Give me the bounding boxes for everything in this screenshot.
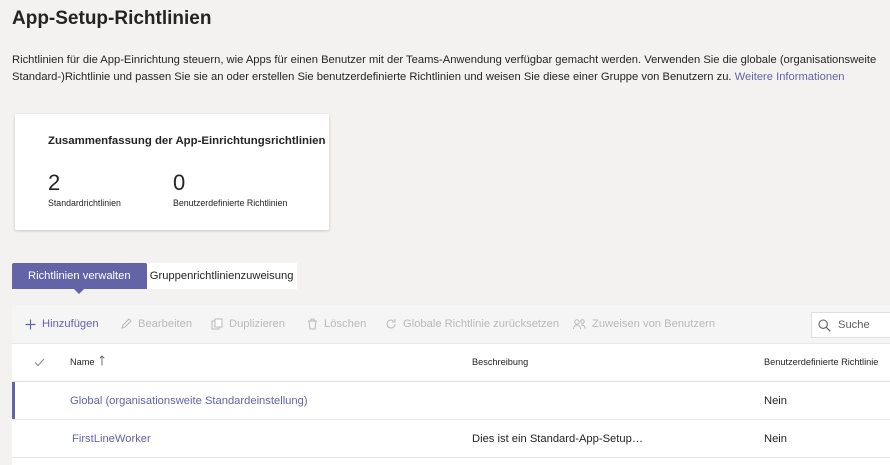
search-input[interactable]: Suche — [811, 312, 890, 338]
edit-button[interactable]: Bearbeiten — [120, 305, 192, 343]
people-icon — [573, 318, 586, 330]
column-header-description[interactable]: Beschreibung — [472, 343, 528, 381]
stat-value: 0 — [173, 170, 186, 195]
table-row[interactable]: FirstLineWorker Dies ist ein Standard-Ap… — [12, 420, 890, 458]
stat-label: Standardrichtlinien — [48, 198, 121, 208]
reset-global-button-label: Globale Richtlinie zurücksetzen — [403, 318, 560, 330]
checkmark-icon — [34, 358, 45, 366]
trash-icon — [307, 318, 318, 330]
policies-panel: Hinzufügen Bearbeiten Duplizieren Lösche… — [12, 305, 890, 465]
tab-bar: Richtlinien verwalten Gruppenrichtlinien… — [12, 263, 297, 294]
assign-users-button[interactable]: Zuweisen von Benutzern — [573, 305, 715, 343]
column-header-custom-policy[interactable]: Benutzerdefinierte Richtlinie — [764, 343, 878, 381]
search-icon — [818, 318, 831, 332]
stat-value: 2 — [48, 170, 61, 195]
summary-title: Zusammenfassung der App-Einrichtungsrich… — [48, 135, 326, 147]
tab-manage-policies[interactable]: Richtlinien verwalten — [12, 263, 147, 294]
assign-users-button-label: Zuweisen von Benutzern — [592, 318, 716, 330]
table-header: Name Beschreibung Benutzerdefinierte Ric… — [12, 343, 890, 382]
policy-name-link[interactable]: FirstLineWorker — [72, 420, 151, 457]
delete-button[interactable]: Löschen — [307, 305, 366, 343]
reset-icon — [385, 318, 397, 330]
column-header-label: Name — [70, 357, 95, 367]
tab-group-policy-assignment[interactable]: Gruppenrichtlinienzuweisung — [146, 263, 297, 289]
toolbar: Hinzufügen Bearbeiten Duplizieren Lösche… — [12, 305, 890, 344]
add-button[interactable]: Hinzufügen — [25, 305, 99, 343]
search-placeholder: Suche — [838, 319, 870, 331]
policy-description: Dies ist ein Standard-App-Setup… — [472, 432, 644, 445]
stat-custom-policies: 0 Benutzerdefinierte Richtlinien — [173, 170, 287, 208]
sort-ascending-icon — [98, 354, 105, 365]
page-description: Richtlinien für die App-Einrichtung steu… — [12, 52, 882, 86]
stat-default-policies: 2 Standardrichtlinien — [48, 170, 121, 208]
delete-button-label: Löschen — [324, 318, 367, 330]
column-header-name[interactable]: Name — [70, 343, 105, 381]
duplicate-button-label: Duplizieren — [229, 318, 285, 330]
copy-icon — [211, 318, 223, 330]
page-title: App-Setup-Richtlinien — [12, 8, 212, 29]
select-all-checkbox[interactable] — [34, 343, 45, 381]
learn-more-link[interactable]: Weitere Informationen — [735, 71, 845, 83]
policy-name-link[interactable]: Global (organisationsweite Standardeinst… — [70, 382, 308, 419]
policy-custom-value: Nein — [764, 432, 788, 445]
plus-icon — [25, 319, 36, 330]
add-button-label: Hinzufügen — [42, 318, 99, 330]
edit-button-label: Bearbeiten — [138, 318, 193, 330]
policy-custom-value: Nein — [764, 394, 788, 407]
table-row[interactable]: Global (organisationsweite Standardeinst… — [12, 382, 890, 420]
stat-label: Benutzerdefinierte Richtlinien — [173, 198, 288, 208]
summary-card: Zusammenfassung der App-Einrichtungsrich… — [15, 114, 329, 230]
pencil-icon — [120, 318, 132, 330]
reset-global-button[interactable]: Globale Richtlinie zurücksetzen — [385, 305, 559, 343]
duplicate-button[interactable]: Duplizieren — [211, 305, 285, 343]
